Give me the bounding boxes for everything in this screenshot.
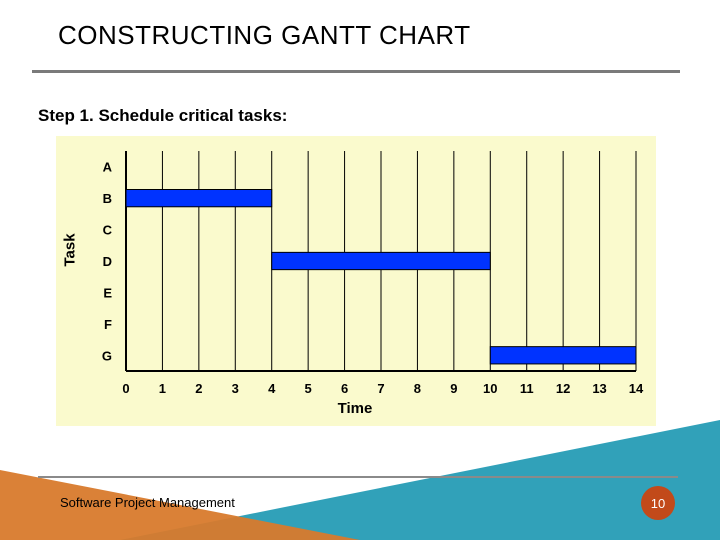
svg-text:7: 7	[377, 381, 384, 396]
footer-rule	[38, 476, 678, 478]
svg-text:B: B	[103, 191, 112, 206]
page-number-badge: 10	[641, 486, 675, 520]
teal-triangle	[120, 420, 720, 540]
svg-text:E: E	[103, 285, 112, 300]
svg-text:F: F	[104, 317, 112, 332]
svg-text:5: 5	[305, 381, 312, 396]
svg-text:11: 11	[520, 381, 534, 396]
svg-text:A: A	[103, 160, 113, 175]
gantt-bar-B	[126, 190, 272, 207]
gantt-chart: 01234567891011121314ABCDEFG	[56, 136, 656, 426]
svg-text:6: 6	[341, 381, 348, 396]
svg-text:10: 10	[483, 381, 497, 396]
svg-text:1: 1	[159, 381, 166, 396]
gantt-bar-G	[490, 347, 636, 364]
svg-text:9: 9	[450, 381, 457, 396]
svg-text:0: 0	[122, 381, 129, 396]
svg-text:3: 3	[232, 381, 239, 396]
svg-text:8: 8	[414, 381, 421, 396]
svg-text:2: 2	[195, 381, 202, 396]
x-axis-label: Time	[338, 400, 373, 417]
page-number: 10	[651, 496, 665, 511]
svg-text:14: 14	[629, 381, 644, 396]
svg-text:D: D	[103, 254, 112, 269]
svg-text:C: C	[103, 223, 113, 238]
y-axis-label: Task	[62, 233, 79, 266]
svg-text:4: 4	[268, 381, 276, 396]
title-underline	[32, 70, 680, 73]
gantt-svg: 01234567891011121314ABCDEFG	[56, 136, 656, 426]
step-heading: Step 1. Schedule critical tasks:	[38, 106, 287, 126]
svg-text:G: G	[102, 348, 112, 363]
footer-text: Software Project Management	[60, 495, 235, 510]
svg-text:13: 13	[592, 381, 606, 396]
svg-text:12: 12	[556, 381, 570, 396]
slide: CONSTRUCTING GANTT CHART Step 1. Schedul…	[0, 0, 720, 540]
slide-title: CONSTRUCTING GANTT CHART	[58, 20, 471, 51]
gantt-bar-D	[272, 252, 491, 269]
